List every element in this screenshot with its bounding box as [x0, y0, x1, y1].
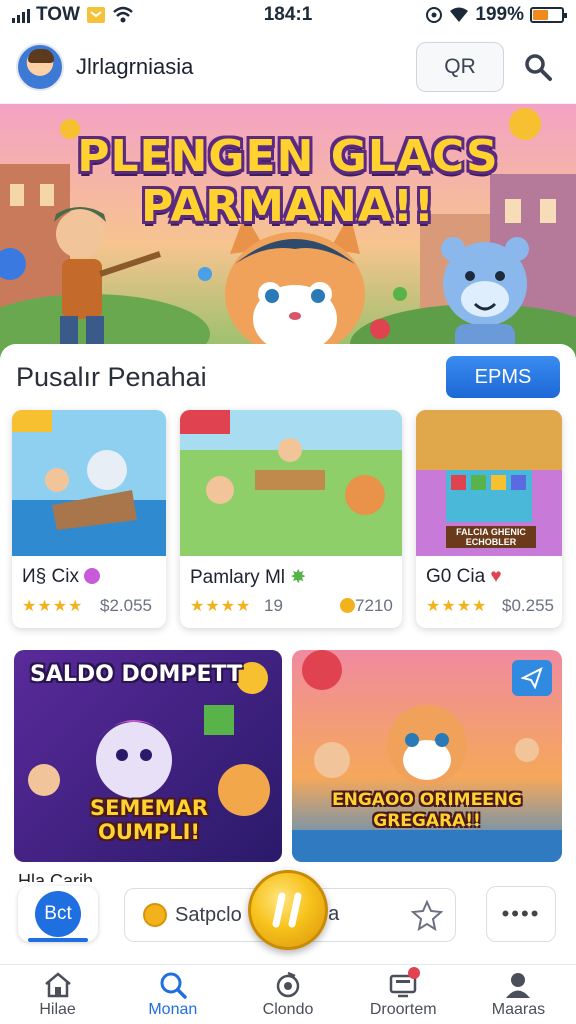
rating-stars: ★★★★ — [22, 598, 84, 615]
wifi-icon — [113, 6, 133, 23]
nav-label: Monan — [148, 1000, 198, 1018]
profile-icon — [506, 972, 531, 998]
nav-label: Clondo — [262, 1000, 314, 1018]
battery-icon — [530, 7, 567, 23]
promo-subtitle-line1: SEMEMAR — [89, 796, 209, 820]
nav-label: Hilae — [39, 1000, 76, 1018]
game-coins: 7210 — [340, 596, 393, 616]
sim-icon — [86, 7, 105, 23]
promo-card[interactable]: ENGAOO ORIMEENG GREGARA!! — [292, 650, 562, 862]
signal-icon — [12, 7, 30, 23]
search-icon — [525, 53, 552, 81]
bct-button[interactable]: Bct — [18, 886, 98, 942]
wifi-icon — [450, 7, 469, 22]
game-card[interactable]: Pamlary Ml ✸ ★★★★ 19 7210 — [180, 410, 402, 628]
refresh-icon — [276, 971, 300, 997]
epms-button[interactable]: EPMS — [446, 356, 560, 398]
nav-item-refresh[interactable]: Clondo — [230, 965, 345, 1024]
hero-title-line2: PARMANA!! — [141, 181, 435, 232]
coin-icon — [143, 903, 167, 927]
game-rating-count: 19 — [264, 596, 283, 615]
game-title-text: И§ Cix — [22, 566, 79, 587]
home-icon — [44, 971, 71, 997]
sparkle-icon: ✸ — [290, 567, 307, 588]
game-title: G0 Cia ♥ — [426, 566, 502, 588]
rating-stars: ★★★★ — [426, 598, 488, 615]
star-icon[interactable] — [411, 899, 443, 931]
promo-subtitle: ENGAOO ORIMEENG GREGARA!! — [312, 790, 542, 832]
location-icon — [426, 7, 443, 23]
partial-section-label: Hla Carih — [18, 871, 94, 882]
hero-title-line1: PLENGEN GLACS — [77, 131, 499, 182]
promo-title: SALDO DOMPETT — [30, 662, 243, 687]
section-header: Pusalır Penahai EPMS — [16, 356, 560, 398]
hero-title: PLENGEN GLACS PARMANA!! — [0, 132, 576, 232]
battery-fill — [533, 10, 549, 20]
wallet-text: Satpclo — [175, 903, 242, 926]
bottom-nav: Hilae Monan Clondo Droortem Maaras — [0, 964, 576, 1024]
bct-label: Bct — [35, 891, 81, 937]
hero-banner[interactable]: PLENGEN GLACS PARMANA!! — [0, 104, 576, 360]
nav-item-home[interactable]: Hilae — [0, 965, 115, 1024]
app-header: Jlrlagrniasia QR — [0, 30, 576, 104]
notification-badge — [407, 967, 420, 979]
promo-subtitle-line2: GREGARA!! — [373, 811, 481, 831]
nav-item-search[interactable]: Monan — [115, 965, 230, 1024]
section-title: Pusalır Penahai — [16, 361, 207, 392]
game-title-text: Pamlary Ml — [190, 567, 286, 588]
coin-icon — [340, 598, 355, 613]
game-card[interactable]: И§ Cix ★★★★ $2.055 — [12, 410, 166, 628]
share-icon[interactable] — [512, 660, 552, 696]
game-price: $0.255 — [502, 596, 554, 615]
nav-label: Maaras — [491, 1000, 546, 1018]
game-banner-text: FALCIA GHENIC ECHOBLER — [446, 526, 536, 548]
carrier-label: TOW — [36, 4, 80, 25]
search-button[interactable] — [516, 45, 560, 89]
status-bar: TOW 184:1 199% — [0, 0, 576, 30]
status-right: 199% — [425, 4, 567, 26]
nav-item-profile[interactable]: Maaras — [461, 965, 576, 1024]
center-coin-button[interactable] — [248, 870, 328, 950]
promo-subtitle: SEMEMAR OUMPLI! — [74, 796, 224, 844]
game-title: Pamlary Ml ✸ — [190, 566, 306, 589]
game-thumbnail — [12, 410, 166, 556]
heart-icon: ♥ — [490, 566, 502, 587]
game-title: И§ Cix — [22, 566, 101, 588]
game-price: $2.055 — [100, 596, 152, 615]
send-icon — [521, 667, 543, 689]
more-button[interactable]: •••• — [486, 886, 556, 942]
rating-stars: ★★★★ — [190, 598, 252, 615]
promo-subtitle-line2: OUMPLI! — [98, 820, 200, 844]
game-coins-value: 7210 — [355, 596, 393, 615]
content-panel: Pusalır Penahai EPMS И§ Cix ★★★★ $2.055 — [0, 344, 576, 884]
game-thumbnail — [180, 410, 402, 556]
battery-percent: 199% — [475, 4, 524, 25]
search-icon — [160, 972, 187, 999]
status-left: TOW — [12, 4, 134, 26]
nav-label: Droortem — [369, 1000, 437, 1018]
game-title-text: G0 Cia — [426, 566, 486, 587]
promo-subtitle-line1: ENGAOO ORIMEENG — [332, 790, 522, 810]
game-card[interactable]: FALCIA GHENIC ECHOBLER G0 Cia ♥ ★★★★ $0.… — [416, 410, 562, 628]
gem-icon — [84, 568, 101, 584]
pause-coin-icon — [272, 892, 302, 928]
promo-card[interactable]: SALDO DOMPETT SEMEMAR OUMPLI! — [14, 650, 282, 862]
active-indicator — [28, 938, 88, 942]
app-title: Jlrlagrniasia — [76, 53, 194, 79]
nav-item-screen[interactable]: Droortem — [346, 965, 461, 1024]
qr-button[interactable]: QR — [416, 41, 504, 92]
avatar[interactable] — [16, 42, 64, 91]
